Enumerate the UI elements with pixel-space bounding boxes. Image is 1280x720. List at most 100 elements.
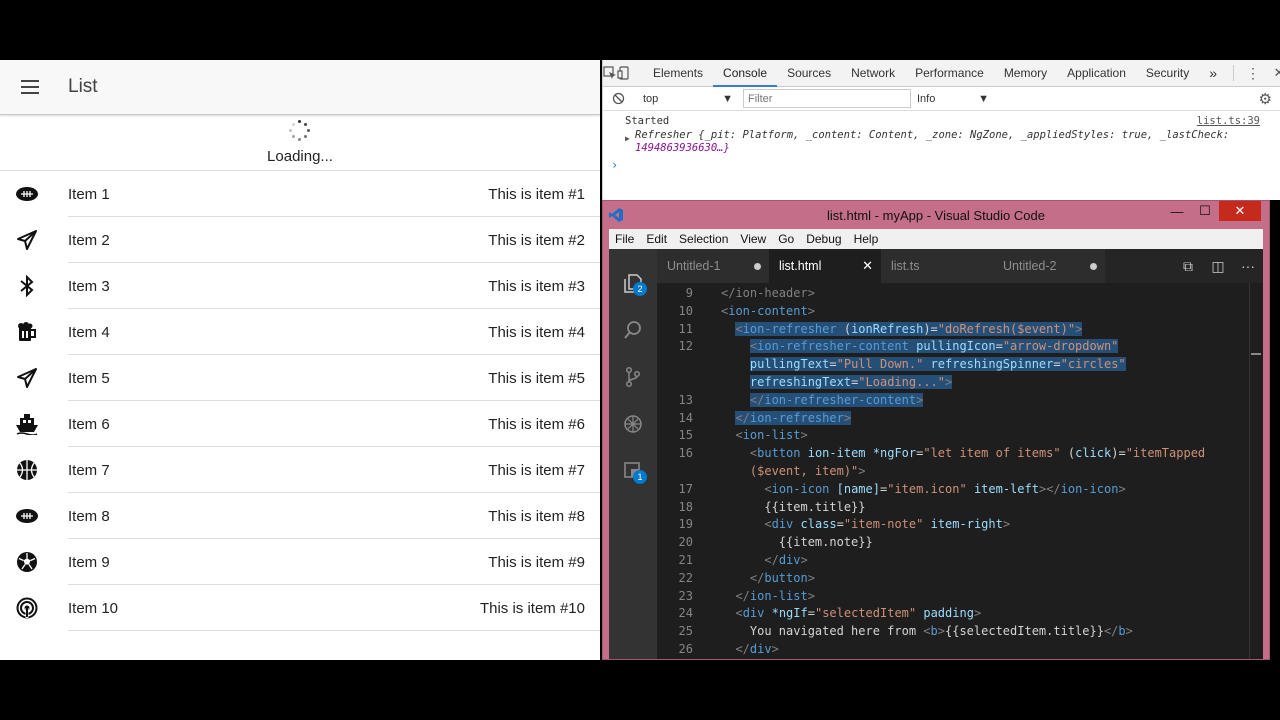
menu-file[interactable]: File xyxy=(609,232,640,246)
tab-elements[interactable]: Elements xyxy=(643,60,713,87)
close-icon[interactable]: ✕ xyxy=(1266,65,1280,81)
line-number: 23 xyxy=(678,588,693,603)
menu-selection[interactable]: Selection xyxy=(673,232,734,246)
console-filter-input[interactable] xyxy=(743,89,911,108)
list-item[interactable]: Item 8 This is item #8 xyxy=(0,493,600,539)
dropdown-arrow-icon: ▼ xyxy=(722,92,733,105)
menu-edit[interactable]: Edit xyxy=(640,232,673,246)
editor-tab[interactable]: list.ts xyxy=(881,249,993,283)
debug-icon[interactable] xyxy=(609,400,657,447)
list-item[interactable]: Item 2 This is item #2 xyxy=(0,217,600,263)
list-item[interactable]: Item 5 This is item #5 xyxy=(0,355,600,401)
list-item[interactable]: Item 3 This is item #3 xyxy=(0,263,600,309)
item-note: This is item #6 xyxy=(488,415,585,433)
object-preview-cont: 1494863936630…} xyxy=(635,142,730,154)
list-item[interactable]: Item 1 This is item #1 xyxy=(0,171,600,217)
refreshing-text: Loading... xyxy=(267,148,333,165)
item-note: This is item #5 xyxy=(488,369,585,387)
tab-console[interactable]: Console xyxy=(713,60,778,87)
item-note: This is item #2 xyxy=(488,231,585,249)
code-text: </div> xyxy=(764,552,808,567)
bluetooth-icon xyxy=(0,275,54,297)
close-icon[interactable]: ✕ xyxy=(862,258,873,274)
menu-debug[interactable]: Debug xyxy=(800,232,847,246)
kebab-menu-icon[interactable]: ⋮ xyxy=(1240,65,1266,82)
unsaved-dot-icon[interactable] xyxy=(754,262,761,270)
tab-performance[interactable]: Performance xyxy=(905,60,994,87)
search-icon[interactable] xyxy=(609,306,657,353)
source-control-icon[interactable] xyxy=(609,353,657,400)
maximize-button[interactable]: ☐ xyxy=(1191,201,1219,221)
window-close-button[interactable]: ✕ xyxy=(1219,201,1261,221)
item-note: This is item #8 xyxy=(488,507,585,525)
editor-tab[interactable]: Untitled-2 xyxy=(993,249,1105,283)
list-item[interactable]: Item 9 This is item #9 xyxy=(0,539,600,585)
item-title: Item 4 xyxy=(68,323,110,341)
tab-memory[interactable]: Memory xyxy=(994,60,1057,87)
menu-help[interactable]: Help xyxy=(848,232,885,246)
explorer-icon[interactable]: 2 xyxy=(609,259,657,306)
line-number: 18 xyxy=(678,499,693,514)
split-editor-icon[interactable]: ◫ xyxy=(1203,258,1233,275)
unsaved-dot-icon[interactable] xyxy=(1090,262,1097,270)
list-item[interactable]: Item 10 This is item #10 xyxy=(0,585,600,631)
code-line: refreshingText="Loading..."> xyxy=(657,374,1263,392)
inspect-element-icon[interactable] xyxy=(603,66,617,80)
tab-network[interactable]: Network xyxy=(841,60,905,87)
item-title: Item 3 xyxy=(68,277,110,295)
code-line: 17 <ion-icon [name]="item.icon" item-lef… xyxy=(657,481,1263,499)
american-football-icon xyxy=(0,186,54,202)
list-item[interactable]: Item 7 This is item #7 xyxy=(0,447,600,493)
code-text: {{item.note}} xyxy=(778,535,873,550)
clear-console-icon[interactable] xyxy=(603,92,633,105)
source-link[interactable]: list.ts:39 xyxy=(1197,115,1260,128)
list-item[interactable]: Item 4 This is item #4 xyxy=(0,309,600,355)
console-prompt[interactable]: › xyxy=(603,155,1280,172)
code-text: <ion-content> xyxy=(721,303,815,318)
minimize-button[interactable]: — xyxy=(1163,201,1191,221)
menu-button[interactable] xyxy=(0,60,60,115)
code-text: <button ion-item *ngFor="let item of ite… xyxy=(749,446,1206,461)
code-line: 9 </ion-header> xyxy=(657,285,1263,303)
code-editor[interactable]: 9 </ion-header> 10 <ion-content> 11 <ion-ref… xyxy=(657,283,1263,659)
vertical-scrollbar[interactable] xyxy=(1249,283,1263,659)
editor-tab[interactable]: list.html ✕ xyxy=(769,249,881,283)
line-number: 9 xyxy=(685,286,693,300)
console-object[interactable]: ▶ Refresher {_pit: Platform, _content: C… xyxy=(603,128,1280,155)
wifi-icon xyxy=(0,597,54,619)
menu-go[interactable]: Go xyxy=(772,232,800,246)
beer-icon xyxy=(0,321,54,343)
extensions-icon[interactable]: 1 xyxy=(609,447,657,494)
code-line: 14 </ion-refresher> xyxy=(657,410,1263,428)
line-number: 19 xyxy=(678,517,693,532)
item-title: Item 7 xyxy=(68,461,110,479)
code-text: {{item.title}} xyxy=(764,499,866,514)
code-text: <ion-refresher (ionRefresh)="doRefresh($… xyxy=(735,321,1083,336)
ionic-app-preview: List Loading... Item 1 This is item #1 Ite… xyxy=(0,60,600,660)
code-text: <div *ngIf="selectedItem" padding> xyxy=(735,606,982,621)
line-number: 25 xyxy=(678,624,693,639)
more-actions-icon[interactable]: ··· xyxy=(1233,258,1263,274)
open-changes-icon[interactable]: ⧉ xyxy=(1173,258,1203,275)
object-name: Refresher xyxy=(635,129,692,141)
item-title: Item 9 xyxy=(68,553,110,571)
tab-application[interactable]: Application xyxy=(1057,60,1136,87)
menu-view[interactable]: View xyxy=(734,232,772,246)
tab-security[interactable]: Security xyxy=(1136,60,1199,87)
editor-area: Untitled-1 list.html ✕ list.ts Untitled-2 ⧉ … xyxy=(657,249,1263,659)
pull-refresher: Loading... xyxy=(0,115,600,171)
line-number: 24 xyxy=(678,606,693,621)
line-number: 11 xyxy=(678,321,693,336)
expand-triangle-icon[interactable]: ▶ xyxy=(625,132,630,145)
list-item[interactable]: Item 6 This is item #6 xyxy=(0,401,600,447)
editor-tab[interactable]: Untitled-1 xyxy=(657,249,769,283)
more-tabs-button[interactable]: » xyxy=(1199,60,1227,87)
editor-tabs: Untitled-1 list.html ✕ list.ts Untitled-2 ⧉ … xyxy=(657,249,1263,283)
context-selector[interactable]: top ▼ xyxy=(643,93,733,105)
log-levels-selector[interactable]: Info ▼ xyxy=(917,93,989,105)
item-note: This is item #9 xyxy=(488,553,585,571)
code-line: 21 </div> xyxy=(657,552,1263,570)
tab-sources[interactable]: Sources xyxy=(777,60,841,87)
gear-icon[interactable]: ⚙ xyxy=(1259,90,1272,108)
device-toolbar-icon[interactable] xyxy=(617,66,631,80)
